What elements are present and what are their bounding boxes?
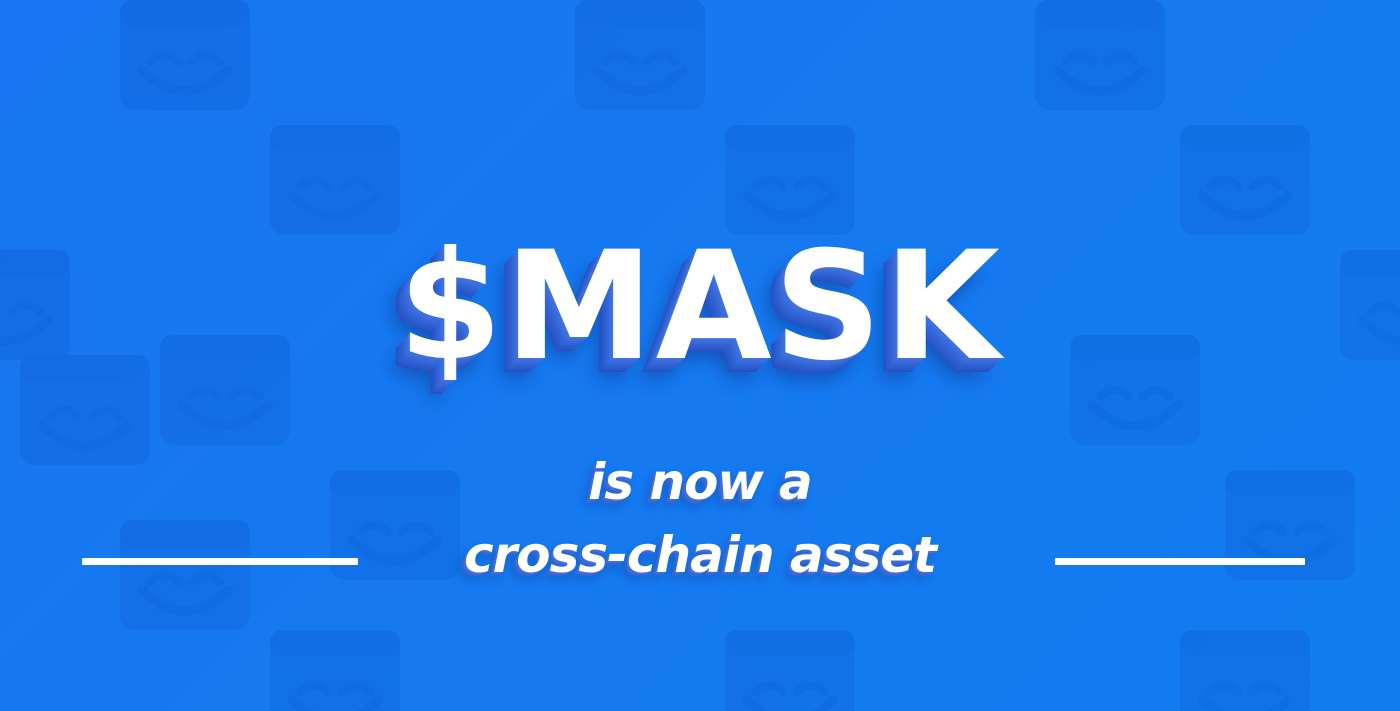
mask-logo-icon [725, 125, 855, 235]
mask-logo-icon [1035, 0, 1165, 110]
left-divider-line [82, 558, 358, 565]
right-divider-line [1055, 558, 1305, 565]
subline-first: is now a [588, 453, 813, 511]
headline-title: $MASK [398, 220, 1002, 394]
mask-logo-icon [725, 630, 855, 711]
subline-second: cross-chain asset [463, 526, 937, 584]
mask-logo-icon [270, 125, 400, 235]
mask-logo-icon [270, 630, 400, 711]
mask-logo-icon [1180, 125, 1310, 235]
mask-logo-icon [120, 0, 250, 110]
mask-logo-icon [575, 0, 705, 110]
mask-logo-icon [1180, 630, 1310, 711]
